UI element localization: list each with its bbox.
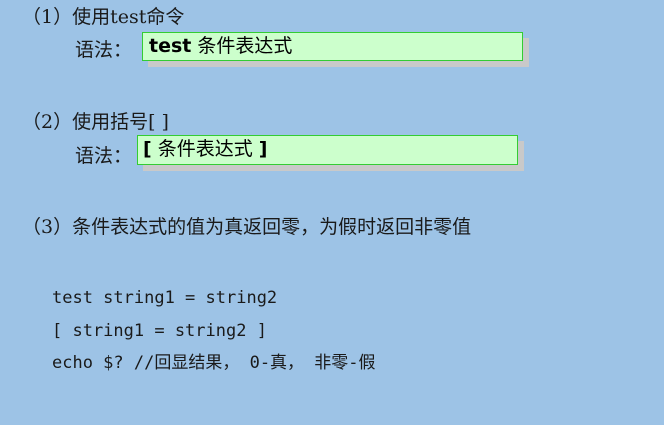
code-line-2: [ string1 = string2 ]	[52, 321, 267, 341]
code-line-1: test string1 = string2	[52, 288, 278, 308]
item-3-heading: （3）条件表达式的值为真返回零，为假时返回非零值	[22, 216, 472, 238]
item-1-syntax-text: test 条件表达式	[149, 34, 292, 58]
item-2-syntax-rest: 条件表达式	[151, 138, 259, 160]
item-2-bracket-open: [	[143, 138, 152, 160]
item-2-syntax-label: 语法：	[75, 145, 133, 167]
code-line-3: echo $? //回显结果， 0-真， 非零-假	[52, 353, 376, 373]
item-2-syntax-box: [ 条件表达式 ]	[137, 135, 518, 165]
item-1-heading: （1）使用test命令	[22, 6, 185, 28]
item-1-syntax-keyword: test	[149, 35, 192, 57]
item-1-syntax-label: 语法：	[75, 39, 133, 61]
item-2-bracket-close: ]	[258, 138, 268, 160]
item-1-syntax-rest: 条件表达式	[191, 35, 293, 57]
item-2-heading: （2）使用括号[ ]	[22, 111, 169, 133]
item-2-syntax-text: [ 条件表达式 ]	[143, 136, 267, 162]
item-1-syntax-box: test 条件表达式	[142, 32, 523, 61]
